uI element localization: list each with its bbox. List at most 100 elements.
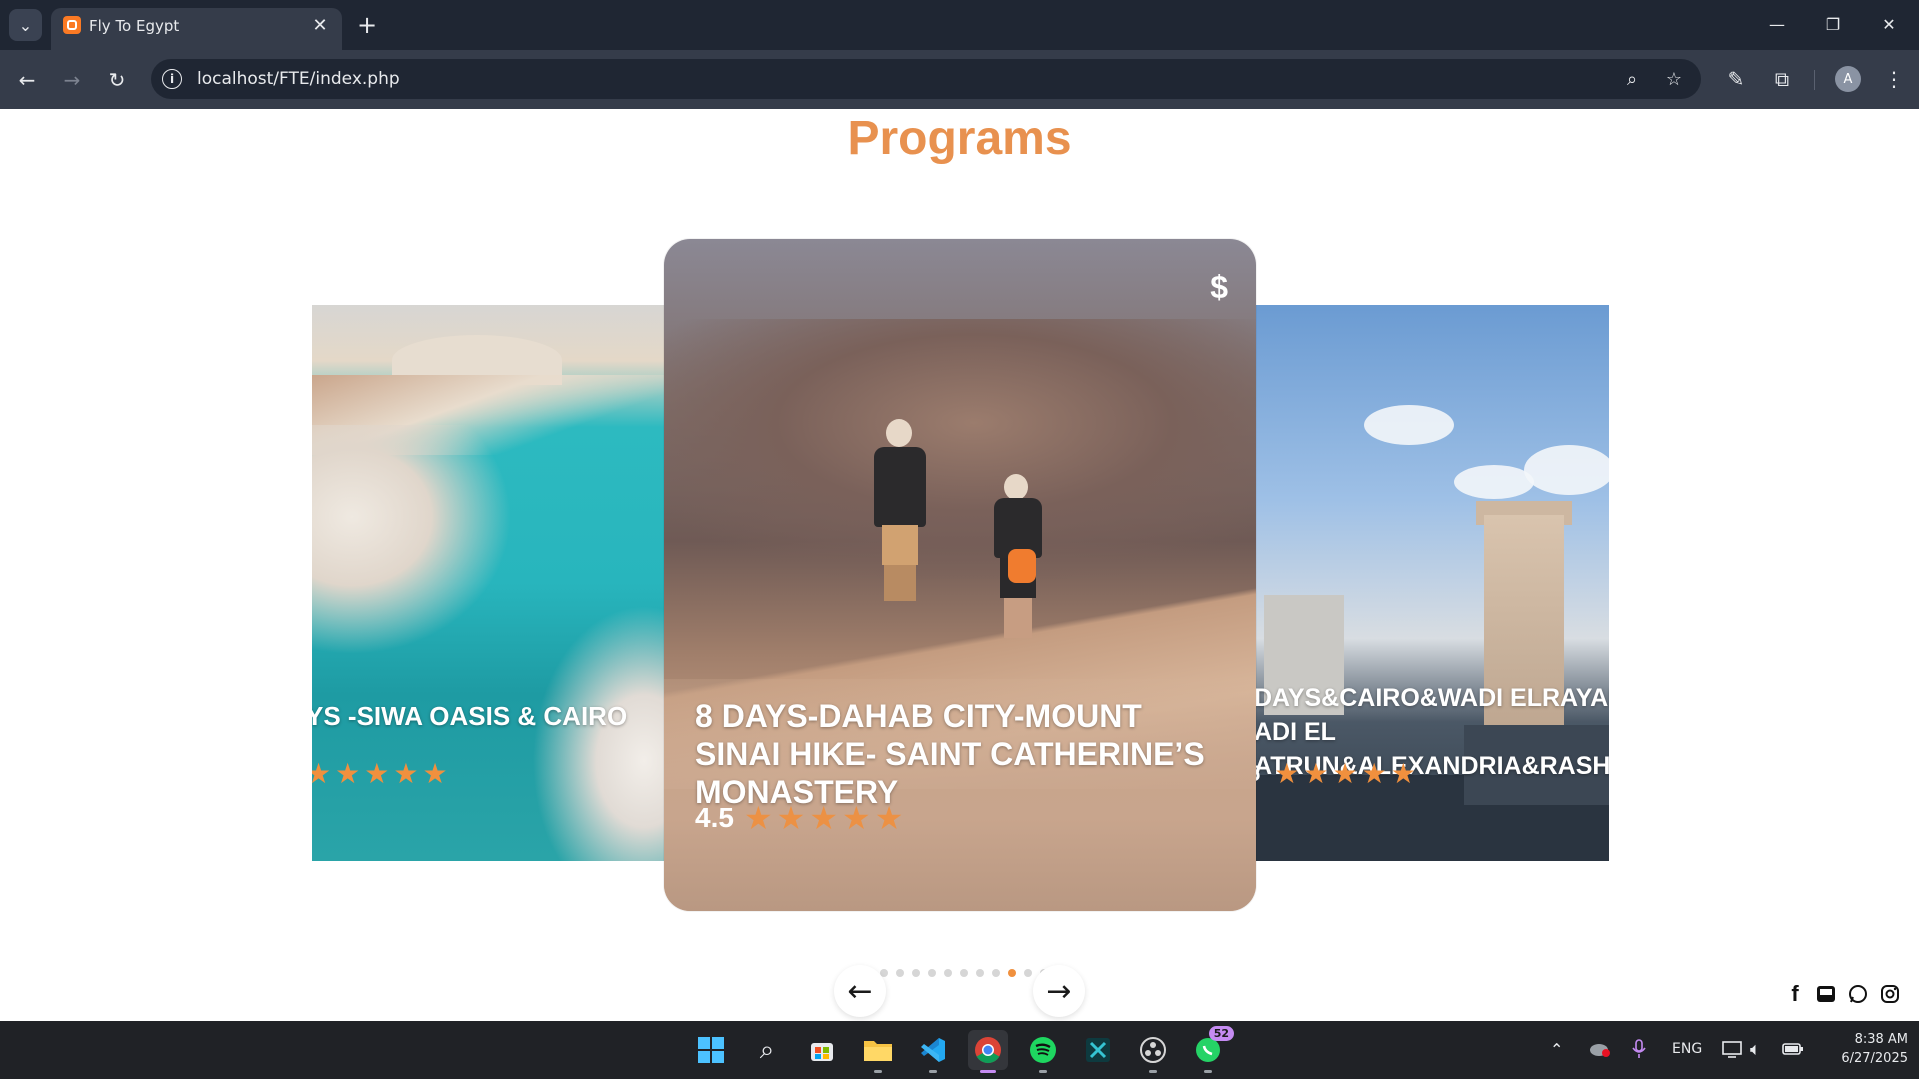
pager-dot[interactable] (976, 969, 984, 977)
next-arrow-button[interactable]: → (1033, 965, 1085, 1017)
photo-cloud (1524, 445, 1609, 495)
photo-cloud (1454, 465, 1534, 499)
microphone-icon[interactable] (1632, 1031, 1646, 1067)
program-card-siwa[interactable]: YS -SIWA OASIS & CAIRO ★ ★ ★ ★ ★ (312, 305, 672, 861)
facebook-icon[interactable]: f (1783, 981, 1807, 1006)
star-icon: ★ (1274, 757, 1300, 790)
address-url[interactable]: localhost/FTE/index.php (197, 69, 400, 89)
bookmark-star-icon[interactable]: ☆ (1663, 68, 1685, 90)
app-icon[interactable] (1078, 1030, 1118, 1070)
pager-dot[interactable] (1008, 969, 1016, 977)
inbox-icon[interactable] (1814, 982, 1838, 1006)
store-icon[interactable] (802, 1030, 842, 1070)
back-button[interactable]: ← (11, 64, 43, 96)
star-icon: ★ (809, 799, 838, 837)
whatsapp-icon[interactable] (1846, 982, 1870, 1006)
restore-button[interactable]: ❐ (1810, 8, 1856, 40)
page-content: Programs YS -SIWA OASIS & CAIRO ★ ★ ★ ★ … (0, 109, 1919, 1021)
star-icon: ★ (312, 757, 332, 790)
running-indicator (1039, 1070, 1047, 1073)
card-rating: 5 ★ ★ ★ ★ ★ (1254, 757, 1420, 790)
volume-icon[interactable]: 🔈︎ (1750, 1031, 1761, 1067)
new-tab-button[interactable]: + (352, 10, 382, 40)
card-title-line: DAYS&CAIRO&WADI ELRAYAN (1254, 684, 1609, 712)
star-icon: ★ (1332, 757, 1358, 790)
minimize-button[interactable]: — (1754, 8, 1800, 40)
photo-cloud (1364, 405, 1454, 445)
vscode-icon[interactable] (913, 1030, 953, 1073)
tab-title: Fly To Egypt (89, 17, 180, 35)
pager-dot[interactable] (992, 969, 1000, 977)
zoom-icon[interactable]: ⌕ (1621, 68, 1643, 90)
pager-dot[interactable] (912, 969, 920, 977)
pager-dot[interactable] (928, 969, 936, 977)
more-menu-icon[interactable]: ⋮ (1880, 65, 1908, 93)
reload-button[interactable]: ↻ (101, 64, 133, 96)
star-icon: ★ (393, 757, 419, 790)
section-title: Programs (847, 112, 1072, 165)
rating-value: 4.5 (695, 802, 734, 833)
dollar-icon[interactable]: $ (1210, 269, 1228, 306)
network-icon[interactable] (1722, 1031, 1744, 1067)
toolbar-separator (1814, 70, 1815, 90)
xampp-favicon-icon (63, 16, 81, 34)
star-icon: ★ (874, 799, 904, 837)
close-window-button[interactable]: ✕ (1866, 8, 1912, 40)
spotify-icon[interactable] (1023, 1030, 1063, 1073)
pager-dot[interactable] (1024, 969, 1032, 977)
address-bar[interactable]: i localhost/FTE/index.php ⌕ ☆ (151, 59, 1701, 99)
card-title-line: ADI EL (1254, 718, 1336, 746)
browser-tab-bar: ⌄ Fly To Egypt ✕ + — ❐ ✕ (0, 0, 1919, 50)
program-card-dahab[interactable]: $ 8 DAYS-DAHAB CITY-MOUNT SINAI HIKE- SA… (664, 239, 1256, 911)
file-explorer-icon[interactable] (858, 1030, 898, 1073)
chrome-icon[interactable] (968, 1030, 1008, 1073)
star-icon: ★ (1303, 757, 1329, 790)
notification-badge: 52 (1208, 1026, 1234, 1041)
arrow-left-icon: ← (847, 973, 873, 1009)
running-indicator (1149, 1070, 1157, 1073)
whatsapp-icon[interactable]: 52 (1188, 1026, 1234, 1073)
language-indicator[interactable]: ENG (1672, 1031, 1702, 1067)
extensions-icon[interactable]: ⧉ (1768, 65, 1796, 93)
instagram-icon[interactable] (1878, 982, 1902, 1006)
browser-toolbar: ← → ↻ i localhost/FTE/index.php ⌕ ☆ ✎ ⧉ … (0, 50, 1919, 109)
star-icon: ★ (1361, 757, 1387, 790)
star-icon: ★ (422, 757, 448, 790)
taskbar-clock[interactable]: 8:38 AM 6/27/2025 (1818, 1030, 1908, 1068)
pager-dot[interactable] (896, 969, 904, 977)
windows-start-icon[interactable] (691, 1030, 731, 1070)
card-rating: ★ ★ ★ ★ ★ (312, 757, 452, 790)
battery-icon[interactable] (1782, 1031, 1804, 1067)
star-icon: ★ (776, 799, 806, 837)
forward-button[interactable]: → (56, 64, 88, 96)
star-icon: ★ (743, 799, 773, 837)
card-title: YS -SIWA OASIS & CAIRO (312, 701, 628, 731)
clock-date: 6/27/2025 (1841, 1051, 1908, 1066)
browser-tab[interactable]: Fly To Egypt ✕ (51, 8, 342, 50)
clock-time: 8:38 AM (1854, 1032, 1908, 1047)
windows-taskbar: ⌕ 52 ⌃ ENG 🔈︎ (0, 1021, 1919, 1079)
star-icon: ★ (842, 799, 871, 837)
chevron-down-icon: ⌄ (18, 15, 33, 35)
program-card-alexandria[interactable]: DAYS&CAIRO&WADI ELRAYAN ADI EL ATRUN&ALE… (1254, 305, 1609, 861)
running-indicator (929, 1070, 937, 1073)
search-icon[interactable]: ⌕ (747, 1030, 787, 1070)
onedrive-icon[interactable] (1588, 1031, 1612, 1067)
site-info-icon[interactable]: i (162, 69, 182, 89)
star-icon: ★ (335, 757, 361, 790)
star-icon: ★ (1390, 757, 1416, 790)
eyedropper-icon[interactable]: ✎ (1722, 65, 1750, 93)
pager-dot[interactable] (944, 969, 952, 977)
profile-avatar[interactable]: A (1835, 66, 1861, 92)
running-indicator (980, 1070, 996, 1073)
card-rating: 4.5 ★ ★ ★ ★ ★ (695, 799, 907, 837)
card-title: 8 DAYS-DAHAB CITY-MOUNT SINAI HIKE- SAIN… (695, 698, 1205, 810)
obs-icon[interactable] (1133, 1030, 1173, 1073)
photo-orange-bag (1008, 549, 1036, 583)
photo-salt-edge (532, 605, 672, 861)
close-tab-icon[interactable]: ✕ (308, 13, 332, 37)
prev-arrow-button[interactable]: ← (834, 965, 886, 1017)
pager-dot[interactable] (960, 969, 968, 977)
tray-overflow-icon[interactable]: ⌃ (1550, 1031, 1563, 1067)
tab-search-button[interactable]: ⌄ (9, 9, 42, 41)
